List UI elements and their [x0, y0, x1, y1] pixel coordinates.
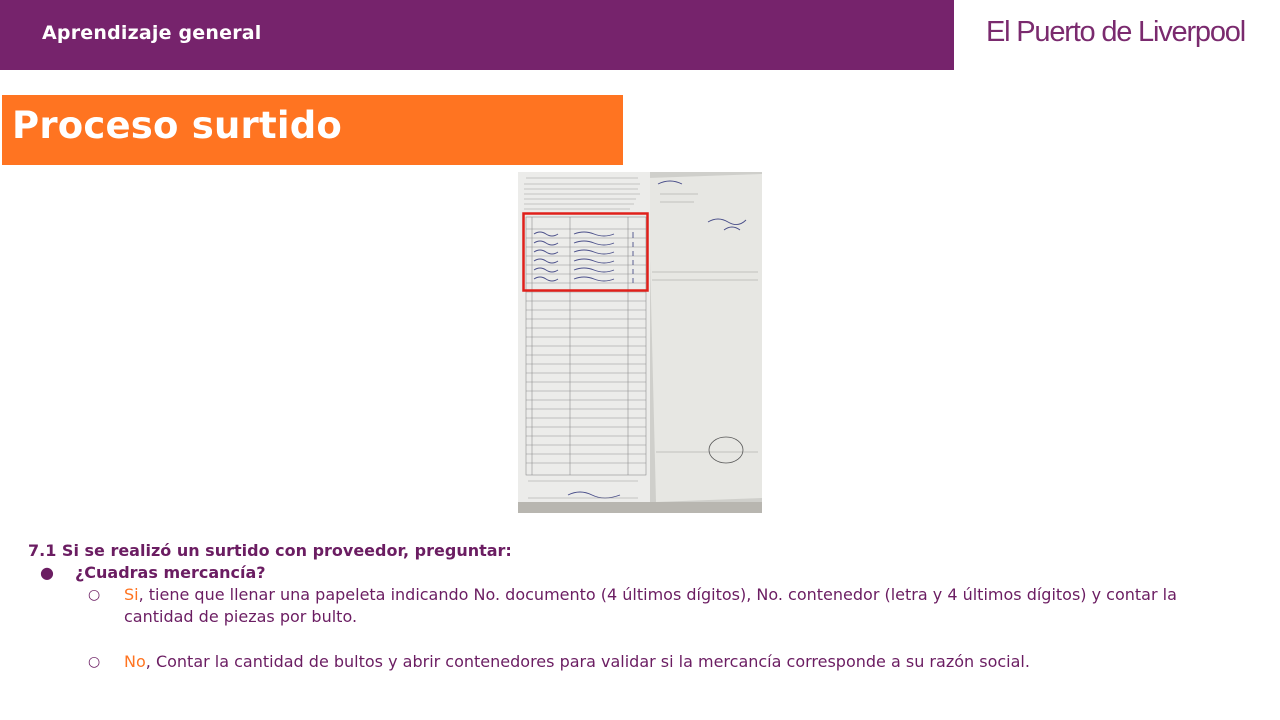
document-photo — [518, 172, 762, 513]
photo-left-sheet — [518, 172, 650, 513]
question-item: ● ¿Cuadras mercancía? — [28, 562, 1248, 584]
question-text: ¿Cuadras mercancía? — [75, 563, 266, 582]
content-body: 7.1 Si se realizó un surtido con proveed… — [28, 540, 1248, 673]
brand-logo: El Puerto de Liverpool — [986, 16, 1246, 48]
circle-bullet-icon: ○ — [88, 587, 101, 603]
option-yes-text: , tiene que llenar una papeleta indicand… — [124, 585, 1177, 626]
section-title: Aprendizaje general — [42, 22, 262, 44]
photo-bottom-edge — [518, 502, 762, 513]
option-yes-keyword: Si — [124, 585, 139, 604]
option-no-text: , Contar la cantidad de bultos y abrir c… — [145, 652, 1030, 671]
circle-bullet-icon: ○ — [88, 654, 101, 670]
option-yes-item: ○ Si, tiene que llenar una papeleta indi… — [28, 584, 1248, 628]
title-band: Proceso surtido — [2, 95, 623, 165]
photo-right-sheet — [648, 174, 762, 502]
option-no-item: ○ No, Contar la cantidad de bultos y abr… — [28, 651, 1248, 673]
header-bar: Aprendizaje general — [0, 0, 954, 70]
form-table — [525, 216, 647, 476]
slide-title: Proceso surtido — [12, 104, 343, 147]
bullet-icon: ● — [40, 563, 54, 582]
section-heading: 7.1 Si se realizó un surtido con proveed… — [28, 541, 512, 560]
option-no-keyword: No — [124, 652, 146, 671]
